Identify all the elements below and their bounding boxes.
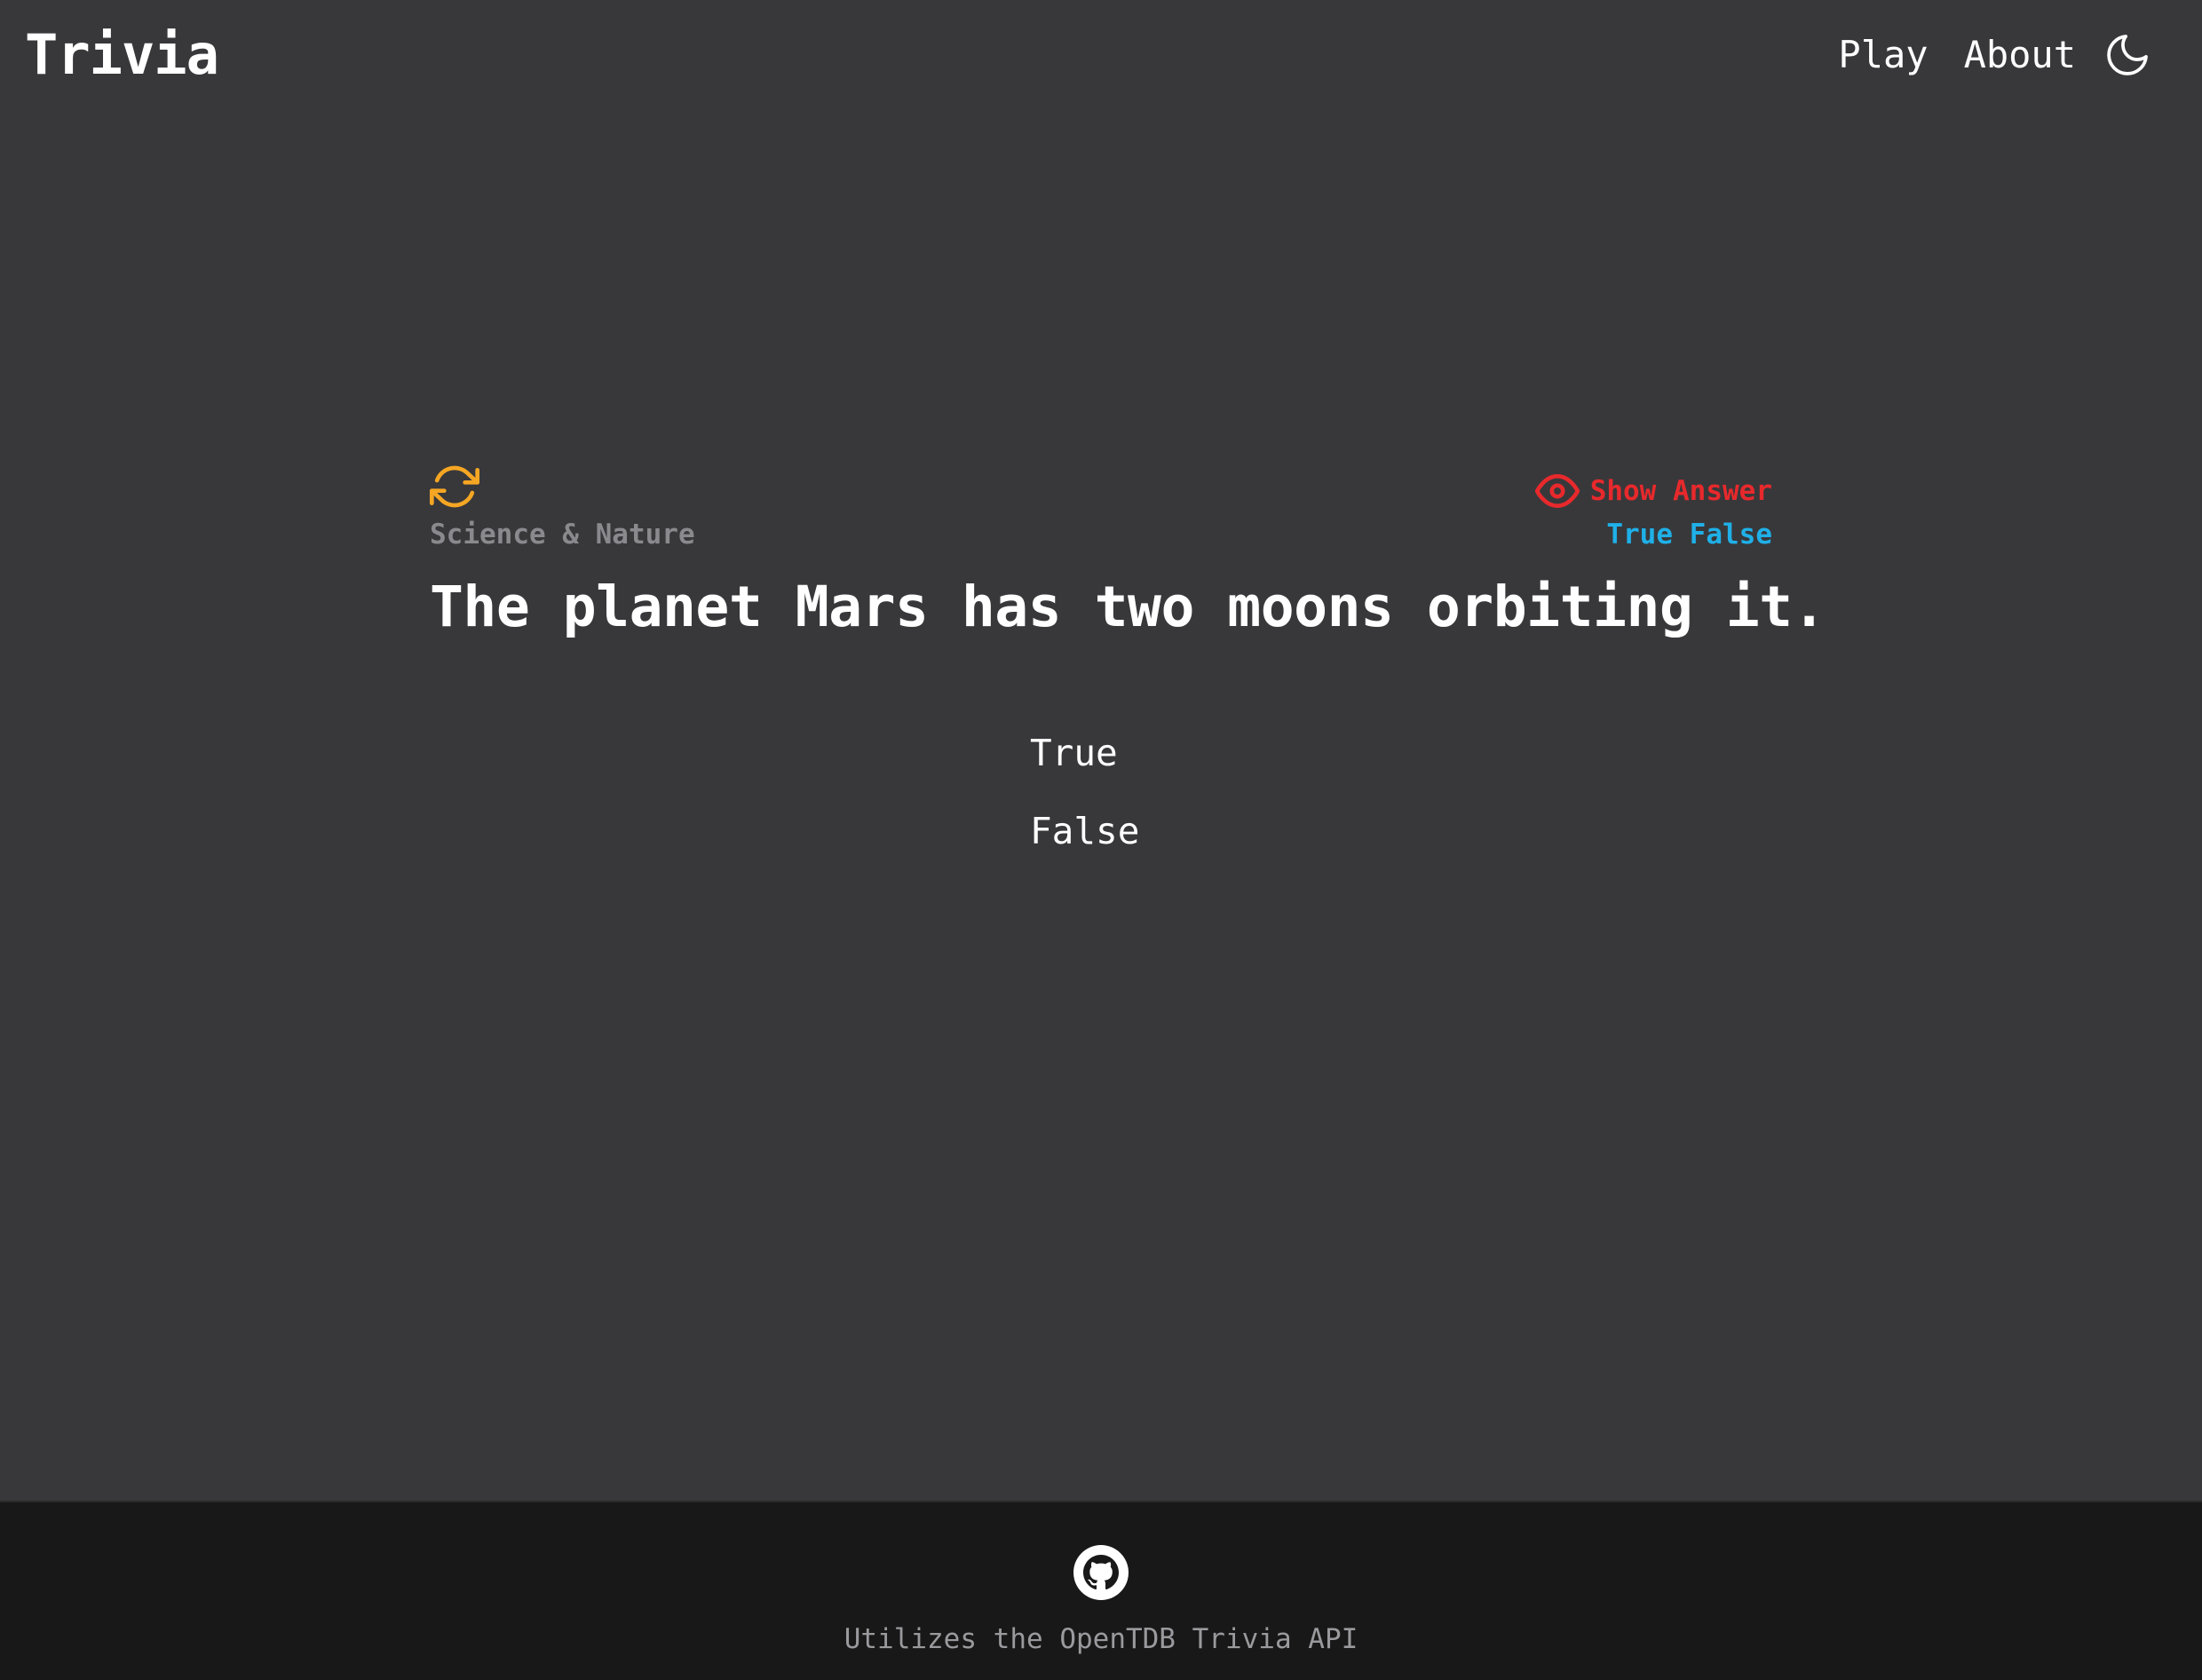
footer: Utilizes the OpenTDB Trivia API bbox=[0, 1501, 2202, 1680]
github-icon bbox=[1083, 1555, 1119, 1590]
question-text: The planet Mars has two moons orbiting i… bbox=[430, 575, 1826, 639]
new-question-button[interactable] bbox=[430, 462, 479, 511]
eye-icon bbox=[1534, 474, 1580, 508]
nav-play-link[interactable]: Play bbox=[1838, 21, 1928, 89]
question-card: Science & Nature Show Answer True False … bbox=[430, 462, 1826, 643]
theme-toggle-button[interactable] bbox=[2099, 27, 2156, 83]
nav-bar: Play About bbox=[1802, 21, 2156, 89]
footer-credit: Utilizes the OpenTDB Trivia API bbox=[844, 1623, 1358, 1655]
nav-about-link[interactable]: About bbox=[1964, 21, 2076, 89]
refresh-icon bbox=[430, 465, 479, 508]
github-link[interactable] bbox=[1073, 1545, 1129, 1600]
header: Trivia Play About bbox=[0, 0, 2202, 115]
brand-logo[interactable]: Trivia bbox=[25, 20, 219, 91]
choice-false-button[interactable]: False bbox=[1030, 806, 1139, 856]
show-answer-button[interactable]: Show Answer bbox=[1534, 469, 1772, 513]
page: Trivia Play About Science & Nature Show … bbox=[0, 0, 2202, 1680]
question-category: Science & Nature bbox=[430, 519, 695, 551]
answer-reveal-text: True False bbox=[1606, 519, 1772, 551]
question-meta: Science & Nature Show Answer True False bbox=[430, 462, 1772, 551]
show-answer-label: Show Answer bbox=[1589, 475, 1772, 507]
answer-choices: True False bbox=[1030, 728, 1139, 884]
choice-true-button[interactable]: True bbox=[1030, 728, 1139, 778]
moon-icon bbox=[2107, 35, 2148, 75]
